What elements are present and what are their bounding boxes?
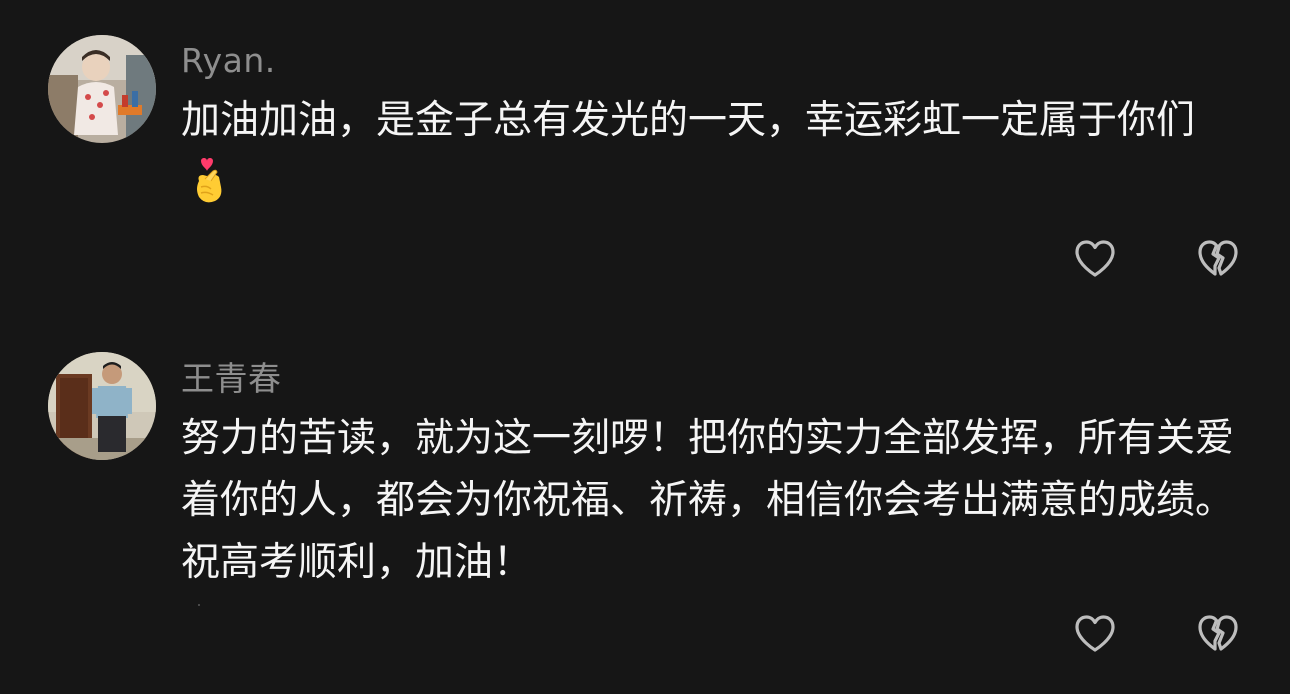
divider-dot xyxy=(198,604,200,606)
dislike-button[interactable] xyxy=(1194,235,1242,283)
username[interactable]: Ryan. xyxy=(181,41,276,81)
like-button[interactable] xyxy=(1071,610,1119,658)
heart-outline-icon xyxy=(1075,240,1115,277)
comment-item: 王青春 努力的苦读，就为这一刻啰！把你的实力全部发挥，所有关爱着你的人，都会为你… xyxy=(0,320,1290,694)
broken-heart-outline-icon xyxy=(1198,240,1238,276)
comment-body: 加油加油，是金子总有发光的一天，幸运彩虹一定属于你们 xyxy=(181,98,1196,143)
avatar-image xyxy=(48,35,156,143)
comment-item: Ryan. 加油加油，是金子总有发光的一天，幸运彩虹一定属于你们 xyxy=(0,0,1290,300)
finger-heart-emoji xyxy=(197,158,222,203)
dislike-button[interactable] xyxy=(1194,610,1242,658)
comment-text: 努力的苦读，就为这一刻啰！把你的实力全部发挥，所有关爱着你的人，都会为你祝福、祈… xyxy=(181,416,1235,585)
avatar-image xyxy=(48,352,156,460)
comment-text: 加油加油，是金子总有发光的一天，幸运彩虹一定属于你们 xyxy=(181,90,1241,214)
avatar[interactable] xyxy=(48,35,156,143)
broken-heart-outline-icon xyxy=(1198,615,1238,651)
heart-outline-icon xyxy=(1075,615,1115,652)
username[interactable]: 王青春 xyxy=(181,359,282,399)
like-button[interactable] xyxy=(1071,235,1119,283)
avatar[interactable] xyxy=(48,352,156,460)
